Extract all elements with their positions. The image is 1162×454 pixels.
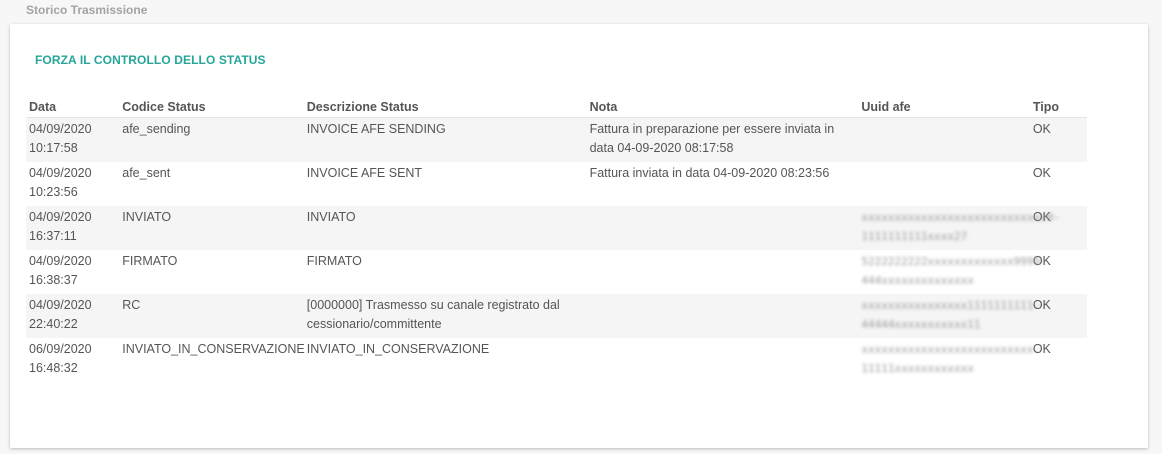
transmission-history-table: Data Codice Status Descrizione Status No… xyxy=(26,97,1087,382)
cell-time: 10:17:58 xyxy=(29,141,78,155)
cell-descrizione-status: INVOICE AFE SENDING xyxy=(303,117,587,162)
cell-nota xyxy=(587,338,859,382)
cell-tipo: OK xyxy=(1029,117,1087,162)
uuid-line-1: xxxxxxxxxxxxxxxxxxxxxxxxxxxx0- xyxy=(861,211,1061,224)
header-uuid-afe[interactable]: Uuid afe xyxy=(858,97,1030,118)
cell-time: 22:40:22 xyxy=(29,317,78,331)
cell-date: 04/09/2020 xyxy=(29,122,92,136)
cell-nota xyxy=(587,250,859,294)
cell-date: 04/09/2020 xyxy=(29,298,92,312)
table-row[interactable]: 04/09/2020 22:40:22 RC [0000000] Trasmess… xyxy=(26,294,1087,338)
cell-codice-status: INVIATO xyxy=(119,206,304,250)
transmission-history-card: FORZA IL CONTROLLO DELLO STATUS Data Cod… xyxy=(10,24,1148,448)
cell-date: 04/09/2020 xyxy=(29,254,92,268)
force-status-check-button[interactable]: FORZA IL CONTROLLO DELLO STATUS xyxy=(27,51,274,69)
cell-descrizione-status: INVIATO_IN_CONSERVAZIONE xyxy=(306,342,490,356)
cell-time: 10:23:56 xyxy=(29,185,78,199)
header-codice-status[interactable]: Codice Status xyxy=(119,97,304,118)
cell-nota: Fattura inviata in data 04-09-2020 08:23… xyxy=(589,166,830,180)
cell-uuid-afe: xxxxxxxxxxxxxxxxxxxxxxxxxxxx0- 1111111111… xyxy=(858,206,1060,250)
cell-uuid-afe: xxxxxxxxxxxxxxxxxxxxxxxxxx- 11111xxxxxxxx… xyxy=(858,338,1040,382)
cell-data: 04/09/2020 16:38:37 xyxy=(26,250,119,294)
cell-descrizione-status: [0000000] Trasmesso su canale registrato… xyxy=(303,294,587,338)
cell-uuid-afe: 5222222222xxxxxxxxxxxxx9999- 444xxxxxxxxx… xyxy=(858,250,1046,294)
cell-uuid-afe: xxxxxxxxxxxxxxxx1111111111- 44444xxxxxxxx… xyxy=(858,294,1040,338)
uuid-line-2: 11111xxxxxxxxxxxx xyxy=(861,362,974,375)
cell-codice-status: INVIATO_IN_CONSERVAZIONE xyxy=(122,342,305,356)
table-row[interactable]: 04/09/2020 10:23:56 afe_sent INVOICE AFE … xyxy=(26,162,1087,206)
cell-codice-status: FIRMATO xyxy=(122,254,178,268)
table-header-row: Data Codice Status Descrizione Status No… xyxy=(26,97,1087,118)
cell-nota xyxy=(586,206,859,250)
cell-data: 04/09/2020 10:17:58 xyxy=(26,117,120,162)
cell-nota: Fattura in preparazione per essere invia… xyxy=(586,117,859,162)
cell-nota xyxy=(586,294,859,338)
header-descrizione-status[interactable]: Descrizione Status xyxy=(303,97,587,118)
table-row[interactable]: 06/09/2020 16:48:32 INVIATO_IN_CONSERVAZI… xyxy=(26,338,1087,382)
uuid-line-2: 44444xxxxxxxxxxx11 xyxy=(861,318,981,331)
table-row[interactable]: 04/09/2020 16:38:37 FIRMATO FIRMATO 52222… xyxy=(26,250,1087,294)
cell-uuid-afe xyxy=(858,162,1029,206)
cell-time: 16:37:11 xyxy=(29,229,77,243)
uuid-line-1: 5222222222xxxxxxxxxxxxx9999- xyxy=(861,255,1047,268)
uuid-line-2: 444xxxxxxxxxxxxxx xyxy=(861,274,974,287)
cell-time: 16:38:37 xyxy=(29,273,78,287)
header-data[interactable]: Data xyxy=(26,97,120,118)
cell-tipo: OK xyxy=(1032,166,1051,180)
cell-descrizione-status: INVIATO xyxy=(303,206,587,250)
table-row[interactable]: 04/09/2020 10:17:58 afe_sending INVOICE A… xyxy=(26,117,1087,162)
uuid-line-2: 1111111111xxxx27 xyxy=(861,230,968,243)
uuid-line-1: xxxxxxxxxxxxxxxxxxxxxxxxxx- xyxy=(861,343,1041,356)
cell-data: 06/09/2020 16:48:32 xyxy=(26,338,119,382)
uuid-line-1: xxxxxxxxxxxxxxxx1111111111- xyxy=(861,299,1041,312)
cell-uuid-afe xyxy=(858,117,1030,162)
cell-date: 06/09/2020 xyxy=(29,342,92,356)
cell-data: 04/09/2020 16:37:11 xyxy=(26,206,120,250)
cell-codice-status: RC xyxy=(119,294,304,338)
cell-time: 16:48:32 xyxy=(29,361,78,375)
cell-codice-status: afe_sending xyxy=(119,117,304,162)
table-row[interactable]: 04/09/2020 16:37:11 INVIATO INVIATO xxxxx… xyxy=(26,206,1087,250)
section-title: Storico Trasmissione xyxy=(26,3,148,17)
cell-descrizione-status: FIRMATO xyxy=(306,254,362,268)
cell-codice-status: afe_sent xyxy=(122,166,171,180)
cell-descrizione-status: INVOICE AFE SENT xyxy=(306,166,423,180)
header-tipo[interactable]: Tipo xyxy=(1029,97,1087,118)
cell-date: 04/09/2020 xyxy=(29,210,92,224)
cell-data: 04/09/2020 10:23:56 xyxy=(26,162,119,206)
cell-data: 04/09/2020 22:40:22 xyxy=(26,294,120,338)
page: Storico Trasmissione FORZA IL CONTROLLO … xyxy=(0,0,1162,454)
header-nota[interactable]: Nota xyxy=(586,97,859,118)
cell-date: 04/09/2020 xyxy=(29,166,92,180)
